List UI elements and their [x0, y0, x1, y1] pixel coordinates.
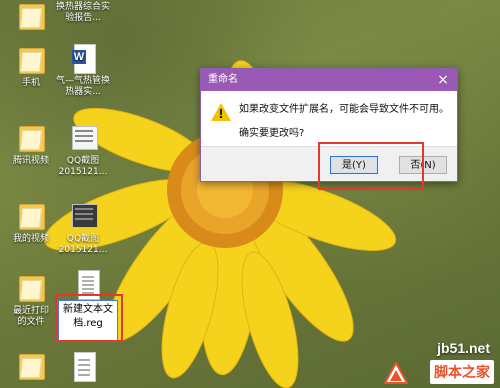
image-thumbnail-icon	[68, 200, 98, 232]
document-icon	[68, 350, 98, 382]
word-icon: W	[68, 42, 98, 74]
site-watermark: jb51.net 脚本之家	[384, 338, 494, 384]
warning-exclamation: !	[218, 107, 224, 121]
icon-label: QQ截图2015121...	[58, 156, 108, 177]
icon-label: 最近打印的文件	[12, 306, 49, 327]
doc-report-icon[interactable]: 换热器综合实验报告...	[52, 0, 114, 24]
watermark-logo-icon	[384, 362, 408, 384]
dialog-message: 如果改变文件扩展名，可能会导致文件不可用。	[239, 104, 449, 115]
qq-screenshot-2-icon[interactable]: QQ截图2015121...	[52, 200, 114, 256]
folder-icon	[16, 122, 46, 154]
dialog-title: 重命名	[201, 69, 457, 91]
word-doc-icon[interactable]: W 气—气热管换热器实...	[52, 42, 114, 98]
dialog-question: 确实要更改吗?	[239, 128, 305, 139]
folder-icon	[16, 350, 46, 382]
watermark-url: jb51.net	[437, 340, 490, 356]
image-thumbnail-icon	[68, 122, 98, 154]
folder-icon	[16, 0, 46, 30]
close-icon[interactable]: ×	[429, 69, 457, 91]
folder-recent-icon[interactable]: 最近打印的文件	[0, 272, 62, 328]
qq-screenshot-1-icon[interactable]: QQ截图2015121...	[52, 122, 114, 178]
doc-partial-icon[interactable]	[52, 350, 114, 384]
folder-icon	[16, 200, 46, 232]
icon-label: QQ截图2015121...	[58, 234, 108, 255]
folder-icon	[16, 44, 46, 76]
watermark-site-name: 脚本之家	[430, 360, 494, 384]
icon-label: 换热器综合实验报告...	[55, 2, 110, 23]
folder-icon	[16, 272, 46, 304]
icon-label: 气—气热管换热器实...	[55, 76, 110, 97]
highlight-yes-button	[318, 142, 424, 190]
highlight-filename	[55, 294, 123, 342]
